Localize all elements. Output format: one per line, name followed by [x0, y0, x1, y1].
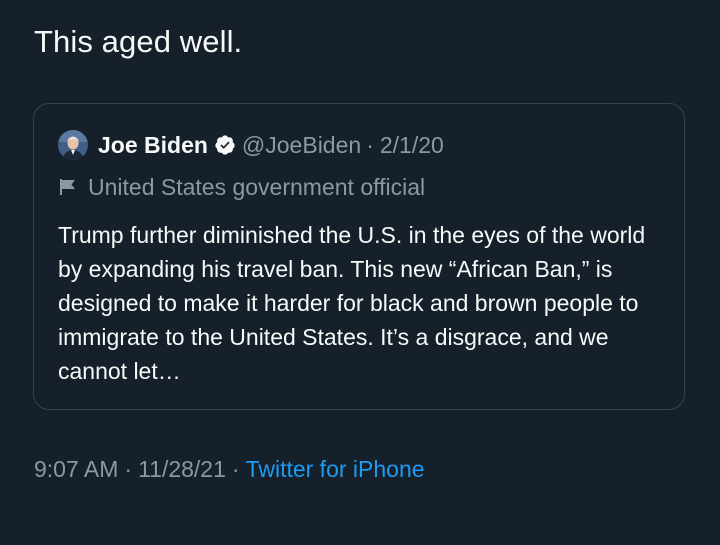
quoted-tweet-header: Joe Biden @JoeBiden · 2/1/20 — [58, 128, 444, 162]
avatar[interactable] — [58, 130, 88, 160]
flag-icon — [60, 179, 75, 195]
verified-badge-icon — [215, 135, 235, 155]
quoted-tweet-card[interactable]: Joe Biden @JoeBiden · 2/1/20 United Stat… — [33, 103, 685, 410]
quoted-author-handle[interactable]: @JoeBiden — [242, 132, 361, 159]
tweet-meta: 9:07 AM · 11/28/21 · Twitter for iPhone — [34, 452, 425, 486]
account-label: United States government official — [58, 172, 425, 202]
separator-dot: · — [366, 131, 374, 158]
quoted-author-name[interactable]: Joe Biden — [98, 132, 208, 159]
tweet-text: This aged well. — [34, 24, 243, 59]
tweet-source-link[interactable]: Twitter for iPhone — [246, 456, 425, 483]
separator-dot: · — [231, 455, 240, 482]
account-label-text: United States government official — [88, 173, 426, 200]
separator-dot: · — [124, 455, 133, 482]
quoted-tweet-date[interactable]: 2/1/20 — [380, 132, 444, 159]
tweet-time[interactable]: 9:07 AM — [34, 456, 118, 483]
tweet-date[interactable]: 11/28/21 — [138, 456, 226, 483]
quoted-tweet-body: Trump further diminished the U.S. in the… — [58, 222, 646, 384]
